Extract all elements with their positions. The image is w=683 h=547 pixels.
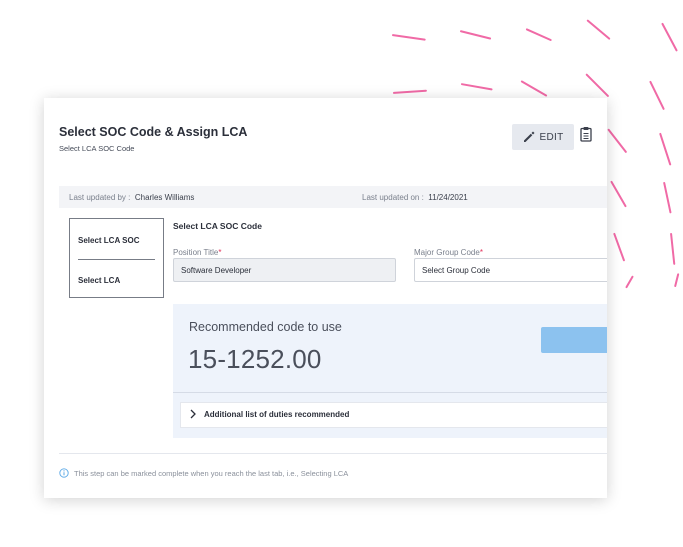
dash bbox=[460, 83, 493, 91]
recommended-code: 15-1252.00 bbox=[188, 344, 322, 374]
dash bbox=[525, 28, 552, 42]
page-title: Select SOC Code & Assign LCA bbox=[59, 125, 248, 139]
edit-label: EDIT bbox=[539, 131, 564, 143]
dash bbox=[659, 132, 672, 166]
dash bbox=[625, 275, 634, 289]
dash bbox=[607, 128, 628, 154]
dash bbox=[585, 73, 610, 98]
soc-code-card: Select SOC Code & Assign LCA Select LCA … bbox=[44, 98, 607, 498]
recommendation-panel: Recommended code to use 15-1252.00 Addit… bbox=[173, 304, 607, 438]
panel-divider bbox=[173, 392, 607, 393]
required-mark: * bbox=[218, 248, 222, 257]
footer-note-text: This step can be marked complete when yo… bbox=[74, 468, 349, 478]
tab-select-lca[interactable]: Select LCA bbox=[78, 276, 120, 285]
duties-accordion[interactable]: Additional list of duties recommended bbox=[180, 402, 607, 428]
major-group-label-text: Major Group Code bbox=[414, 248, 480, 257]
pencil-icon bbox=[523, 131, 534, 142]
tab-select-lca-soc[interactable]: Select LCA SOC bbox=[78, 236, 140, 245]
dash bbox=[613, 232, 626, 262]
position-title-label: Position Title* bbox=[173, 248, 221, 257]
dash bbox=[520, 80, 548, 97]
major-group-label: Major Group Code* bbox=[414, 248, 483, 257]
updated-by-value: Charles Williams bbox=[134, 193, 195, 202]
recommendation-label: Recommended code to use bbox=[189, 320, 342, 334]
required-mark: * bbox=[479, 248, 483, 257]
edit-button[interactable]: EDIT bbox=[512, 124, 574, 150]
footer-divider bbox=[59, 453, 607, 454]
dash bbox=[586, 19, 611, 41]
dash bbox=[610, 180, 627, 208]
tab-divider bbox=[78, 259, 155, 260]
updated-on-value: 11/24/2021 bbox=[428, 193, 468, 202]
update-info-bar: Last updated by : Charles Williams Last … bbox=[59, 186, 607, 208]
use-code-button[interactable] bbox=[541, 327, 607, 353]
chevron-right-icon bbox=[190, 409, 196, 419]
major-group-select[interactable]: Select Group Code bbox=[414, 258, 607, 282]
dash bbox=[670, 232, 676, 265]
updated-by-label: Last updated by : bbox=[69, 193, 131, 202]
page-subtitle: Select LCA SOC Code bbox=[59, 144, 135, 153]
dash bbox=[459, 30, 492, 40]
dash bbox=[392, 89, 427, 94]
dash bbox=[649, 80, 665, 111]
step-tabs: Select LCA SOC Select LCA bbox=[69, 218, 164, 298]
position-title-field[interactable]: Software Developer bbox=[173, 258, 396, 282]
last-updated-on: Last updated on : 11/24/2021 bbox=[362, 193, 468, 202]
dash bbox=[674, 273, 680, 288]
position-title-label-text: Position Title bbox=[173, 248, 219, 257]
clipboard-icon[interactable] bbox=[580, 126, 592, 142]
dash bbox=[661, 22, 678, 52]
updated-on-label: Last updated on : bbox=[362, 193, 424, 202]
section-title: Select LCA SOC Code bbox=[173, 221, 262, 231]
dash bbox=[663, 181, 672, 214]
dash bbox=[391, 34, 426, 41]
last-updated-by: Last updated by : Charles Williams bbox=[69, 193, 194, 202]
duties-label: Additional list of duties recommended bbox=[204, 410, 350, 419]
info-icon bbox=[59, 468, 69, 478]
footer-note: This step can be marked complete when yo… bbox=[59, 468, 348, 478]
